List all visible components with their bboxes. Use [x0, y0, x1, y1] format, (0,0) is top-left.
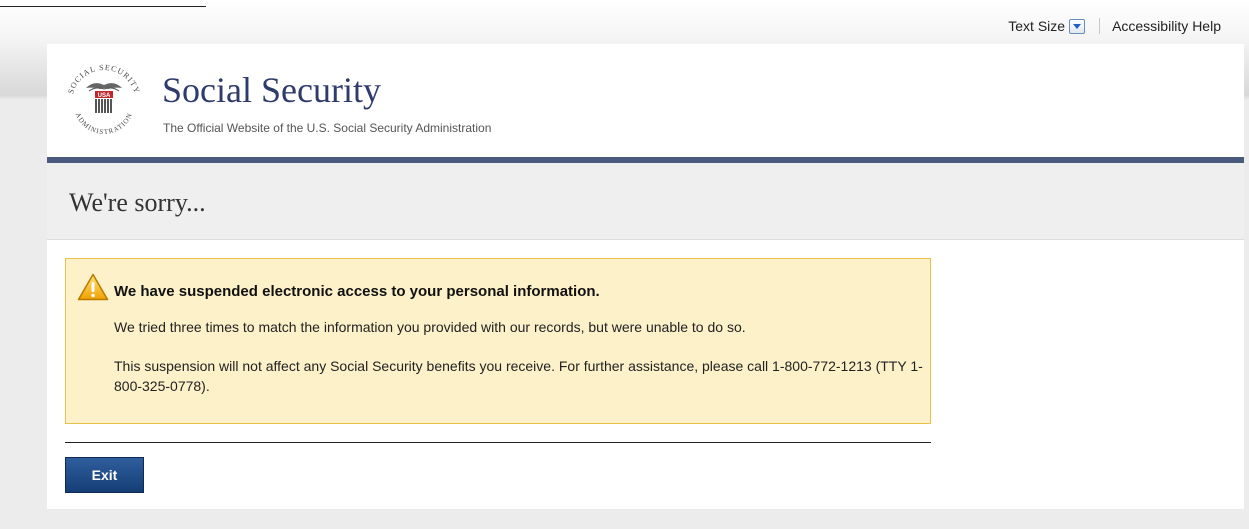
text-size-control[interactable]: Text Size: [1008, 18, 1086, 34]
utility-separator: [1099, 18, 1101, 34]
exit-button[interactable]: Exit: [65, 457, 144, 493]
text-size-dropdown-button[interactable]: [1069, 18, 1086, 34]
warning-icon: [77, 273, 109, 306]
page-heading-band: We're sorry...: [47, 163, 1244, 240]
page-title: We're sorry...: [69, 188, 206, 217]
top-underline: [0, 6, 206, 7]
accessibility-help-link[interactable]: Accessibility Help: [1112, 18, 1221, 34]
alert-heading: We have suspended electronic access to y…: [114, 283, 600, 300]
site-subtitle: The Official Website of the U.S. Social …: [163, 121, 492, 135]
ssa-seal-logo: SOCIAL SECURITY ADMINISTRATION USA: [62, 58, 146, 147]
seal-center-text: USA: [98, 93, 111, 99]
chevron-down-icon: [1073, 23, 1082, 29]
text-size-label: Text Size: [1008, 18, 1066, 34]
utility-bar: Text Size Accessibility Help: [1008, 18, 1221, 34]
content-divider: [65, 442, 931, 443]
alert-paragraph-1: We tried three times to match the inform…: [114, 319, 746, 335]
page-frame: SOCIAL SECURITY ADMINISTRATION USA Socia…: [47, 44, 1244, 509]
site-title[interactable]: Social Security: [162, 72, 381, 108]
warning-alert: We have suspended electronic access to y…: [65, 258, 931, 424]
site-header: SOCIAL SECURITY ADMINISTRATION USA Socia…: [47, 44, 1244, 163]
alert-paragraph-2: This suspension will not affect any Soci…: [114, 358, 923, 394]
